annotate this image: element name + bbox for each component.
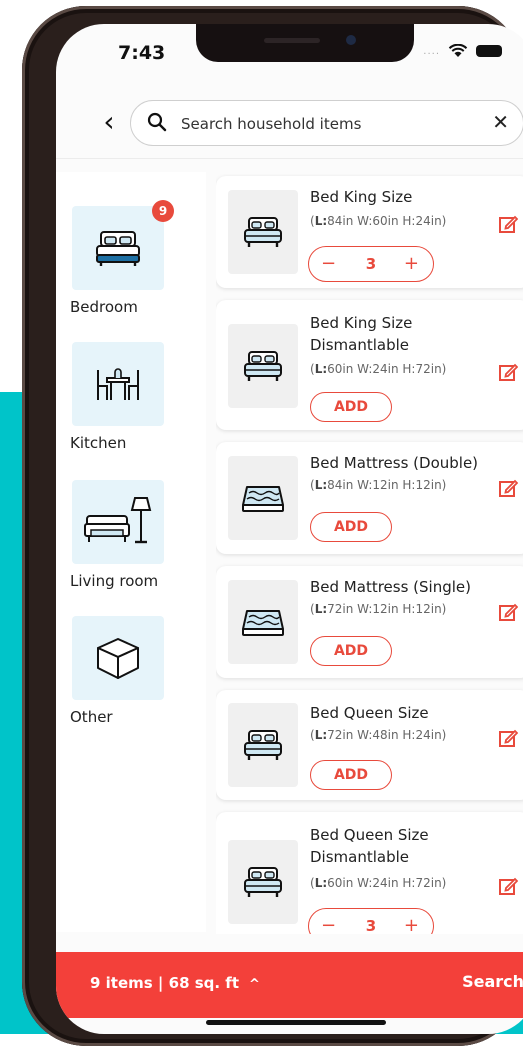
category-living-room[interactable]: Living room (70, 480, 202, 590)
home-indicator (206, 1020, 386, 1025)
edit-icon[interactable] (498, 478, 518, 498)
wifi-icon (448, 44, 468, 57)
category-label: Living room (70, 572, 159, 590)
category-label: Kitchen (70, 434, 127, 452)
category-bedroom[interactable]: 9 Bedroom (70, 200, 202, 316)
quantity-stepper: − 3 + (308, 246, 434, 282)
edit-icon[interactable] (498, 728, 518, 748)
item-name: Bed King Size Dismantlable (310, 314, 413, 354)
item-list: Bed King Size (L:84in W:60in H:24in) − 3… (216, 174, 523, 934)
edit-icon[interactable] (498, 362, 518, 382)
item-thumbnail (228, 840, 298, 924)
item-name: Bed Queen Size (310, 704, 429, 722)
selection-summary-bar: 9 items | 68 sq. ft ^ Search (56, 952, 523, 1018)
search-button[interactable]: Search (462, 972, 523, 991)
item-thumbnail (228, 324, 298, 408)
search-row: ‹ ✕ (96, 98, 523, 148)
add-button[interactable]: ADD (310, 512, 392, 542)
item-dimensions: (L:60in W:24in H:72in) (310, 362, 447, 376)
item-dimensions: (L:60in W:24in H:72in) (310, 876, 447, 890)
search-input[interactable] (179, 109, 463, 139)
add-button[interactable]: ADD (310, 760, 392, 790)
back-chevron-icon[interactable]: ‹ (96, 102, 122, 142)
edit-icon[interactable] (498, 876, 518, 896)
item-card: Bed Mattress (Single) (L:72in W:12in H:1… (216, 566, 523, 678)
item-dimensions: (L:72in W:48in H:24in) (310, 728, 447, 742)
category-count-badge: 9 (152, 200, 174, 222)
category-label: Bedroom (70, 298, 138, 316)
item-card: Bed Mattress (Double) (L:84in W:12in H:1… (216, 442, 523, 554)
edit-icon[interactable] (498, 214, 518, 234)
category-other[interactable]: Other (70, 616, 202, 726)
mattress-icon (242, 610, 284, 636)
search-bar[interactable]: ✕ (130, 100, 523, 146)
item-card: Bed Queen Size (L:72in W:48in H:24in) AD… (216, 690, 523, 800)
category-label: Other (70, 708, 113, 726)
category-tile (72, 342, 164, 426)
item-dimensions: (L:84in W:12in H:12in) (310, 478, 447, 492)
item-card: Bed King Size Dismantlable (L:60in W:24i… (216, 300, 523, 430)
status-icons: .... (423, 44, 502, 58)
bed-icon (244, 351, 282, 381)
category-sidebar: 9 Bedroom Kitchen Living room Other (56, 172, 206, 932)
item-name: Bed King Size (310, 188, 413, 206)
item-dimensions: (L:72in W:12in H:12in) (310, 602, 447, 616)
dining-table-icon (97, 368, 139, 400)
mattress-icon (242, 486, 284, 512)
category-tile (72, 480, 164, 564)
bed-icon (244, 217, 282, 247)
item-name: Bed Mattress (Double) (310, 454, 479, 472)
search-icon (147, 112, 167, 132)
item-thumbnail (228, 190, 298, 274)
item-thumbnail (228, 456, 298, 540)
status-time: 7:43 (118, 42, 166, 64)
category-kitchen[interactable]: Kitchen (70, 342, 202, 452)
sofa-lamp-icon (84, 497, 152, 544)
box-icon (97, 638, 139, 679)
add-button[interactable]: ADD (310, 392, 392, 422)
category-tile: 9 (72, 200, 174, 290)
clear-search-icon[interactable]: ✕ (492, 111, 509, 133)
speaker-grille (264, 38, 320, 43)
item-name: Bed Queen Size Dismantlable (310, 826, 429, 866)
item-card: Bed Queen Size Dismantlable (L:60in W:24… (216, 812, 523, 934)
app-screen: 7:43 .... ‹ ✕ (56, 24, 523, 1034)
item-dimensions: (L:84in W:60in H:24in) (310, 214, 447, 228)
camera-notch (196, 24, 414, 62)
selection-summary: 9 items | 68 sq. ft (90, 974, 240, 992)
item-thumbnail (228, 703, 298, 787)
increase-button[interactable]: + (404, 247, 419, 281)
bed-icon (96, 231, 140, 266)
signal-icon: .... (423, 45, 440, 57)
bed-icon (244, 730, 282, 760)
quantity-stepper: − 3 + (308, 908, 434, 934)
item-name: Bed Mattress (Single) (310, 578, 471, 596)
header-divider (56, 158, 523, 159)
battery-icon (476, 45, 502, 57)
increase-button[interactable]: + (404, 909, 419, 934)
chevron-up-icon: ^ (249, 977, 260, 992)
category-tile (72, 616, 164, 700)
add-button[interactable]: ADD (310, 636, 392, 666)
front-camera (346, 35, 356, 45)
item-card: Bed King Size (L:84in W:60in H:24in) − 3… (216, 176, 523, 288)
item-thumbnail (228, 580, 298, 664)
phone-frame: 7:43 .... ‹ ✕ (22, 6, 523, 1046)
summary-toggle[interactable]: 9 items | 68 sq. ft ^ (90, 974, 260, 992)
edit-icon[interactable] (498, 602, 518, 622)
bed-icon (244, 867, 282, 897)
